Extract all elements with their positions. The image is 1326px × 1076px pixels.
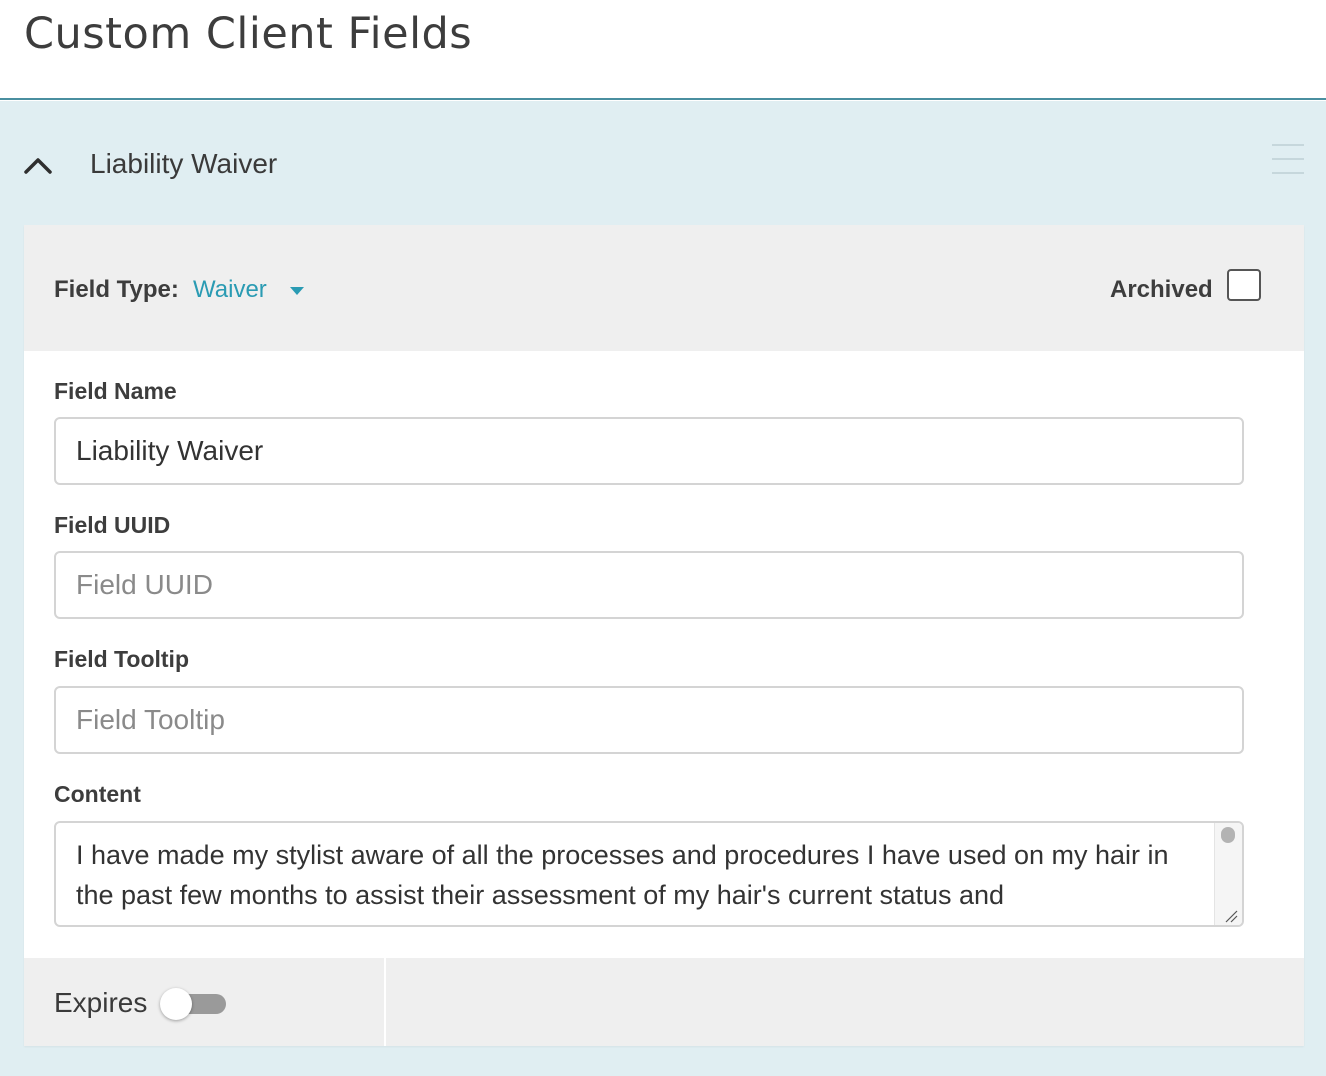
content-textarea[interactable]: I have made my stylist aware of all the … [54, 821, 1244, 927]
page-title: Custom Client Fields [24, 9, 473, 59]
chevron-up-icon[interactable] [22, 150, 54, 182]
field-type-label: Field Type: [54, 276, 179, 303]
content-text[interactable]: I have made my stylist aware of all the … [76, 835, 1196, 915]
field-card: Field Type: Waiver Archived Field Name F… [24, 225, 1304, 1046]
field-type-bar: Field Type: Waiver Archived [24, 225, 1304, 351]
field-name-label: Field Name [54, 378, 177, 404]
field-name-input[interactable] [54, 417, 1244, 485]
field-tooltip-input[interactable] [54, 686, 1244, 754]
bottom-divider [384, 958, 386, 1046]
archived-checkbox[interactable] [1227, 269, 1261, 301]
field-tooltip-label: Field Tooltip [54, 646, 189, 672]
accordion-title[interactable]: Liability Waiver [90, 146, 277, 182]
expires-toggle[interactable] [160, 988, 228, 1020]
content-scrollbar-thumb[interactable] [1221, 827, 1235, 843]
drag-handle-icon[interactable] [1272, 144, 1304, 174]
content-label: Content [54, 781, 141, 807]
field-uuid-label: Field UUID [54, 512, 171, 538]
field-uuid-input[interactable] [54, 551, 1244, 619]
caret-down-icon[interactable] [290, 287, 304, 295]
expires-bar: Expires [24, 958, 1304, 1046]
expires-label: Expires [54, 987, 148, 1018]
page-header: Custom Client Fields [0, 0, 1326, 100]
resize-handle-icon[interactable] [1224, 909, 1238, 923]
field-type-dropdown[interactable]: Waiver [193, 275, 267, 305]
expires-toggle-knob[interactable] [160, 988, 192, 1020]
archived-label: Archived [1110, 276, 1213, 303]
